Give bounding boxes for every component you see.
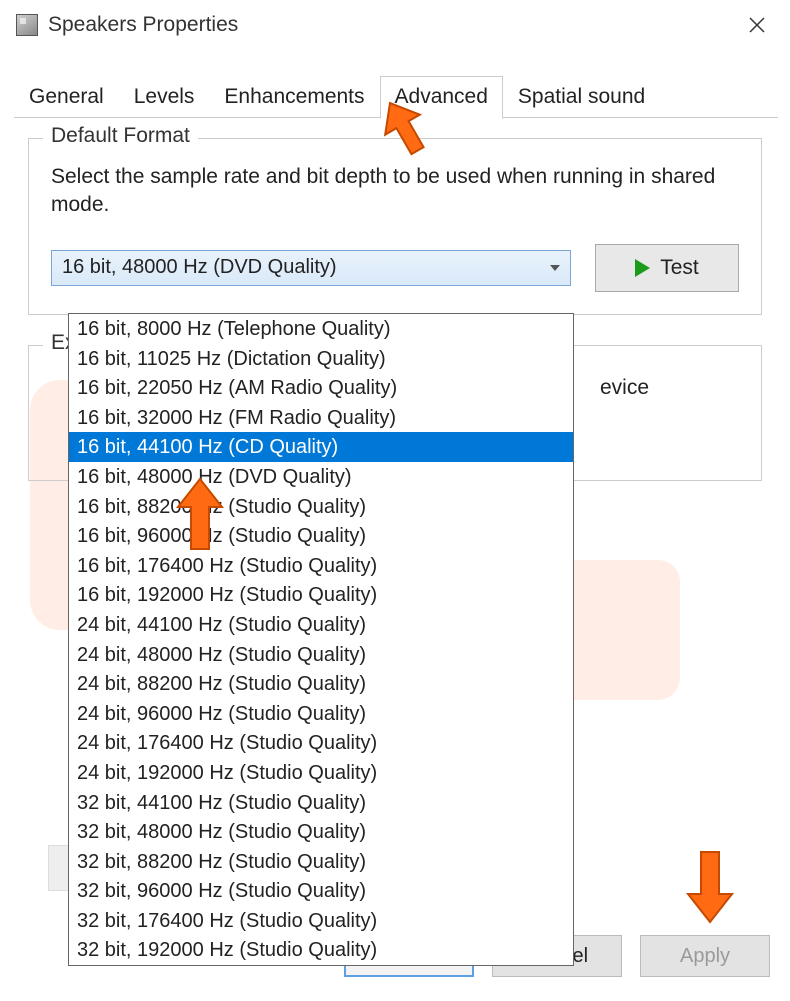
dropdown-option[interactable]: 24 bit, 192000 Hz (Studio Quality)	[69, 758, 573, 788]
tab-label: Enhancements	[224, 85, 364, 108]
test-button-label: Test	[660, 256, 699, 280]
sample-format-dropdown: 16 bit, 8000 Hz (Telephone Quality)16 bi…	[68, 313, 574, 966]
group-title: Default Format	[43, 124, 198, 148]
annotation-arrow	[678, 846, 742, 926]
tab-spatial-sound[interactable]: Spatial sound	[503, 76, 660, 118]
dropdown-option[interactable]: 16 bit, 88200 Hz (Studio Quality)	[69, 492, 573, 522]
sample-format-select[interactable]: 16 bit, 48000 Hz (DVD Quality)	[51, 250, 571, 286]
play-icon	[635, 259, 650, 277]
tab-advanced[interactable]: Advanced	[380, 76, 503, 119]
tab-general[interactable]: General	[14, 76, 119, 118]
tab-label: Advanced	[395, 85, 488, 108]
dropdown-option[interactable]: 16 bit, 176400 Hz (Studio Quality)	[69, 551, 573, 581]
dropdown-option[interactable]: 16 bit, 22050 Hz (AM Radio Quality)	[69, 373, 573, 403]
dropdown-option[interactable]: 16 bit, 44100 Hz (CD Quality)	[69, 432, 573, 462]
close-button[interactable]	[740, 6, 774, 45]
tab-levels[interactable]: Levels	[119, 76, 210, 118]
tab-label: Spatial sound	[518, 85, 645, 108]
chevron-down-icon	[550, 265, 560, 271]
group-default-format: Default Format Select the sample rate an…	[28, 138, 762, 315]
dropdown-option[interactable]: 32 bit, 88200 Hz (Studio Quality)	[69, 847, 573, 877]
dropdown-option[interactable]: 24 bit, 176400 Hz (Studio Quality)	[69, 728, 573, 758]
dropdown-option[interactable]: 24 bit, 88200 Hz (Studio Quality)	[69, 669, 573, 699]
dropdown-option[interactable]: 32 bit, 192000 Hz (Studio Quality)	[69, 935, 573, 965]
tab-enhancements[interactable]: Enhancements	[209, 76, 379, 118]
window-title: Speakers Properties	[48, 13, 740, 37]
button-label: Apply	[680, 945, 730, 968]
apply-button[interactable]: Apply	[640, 935, 770, 977]
dropdown-option[interactable]: 32 bit, 48000 Hz (Studio Quality)	[69, 817, 573, 847]
tab-strip: General Levels Enhancements Advanced Spa…	[14, 72, 778, 118]
tab-label: General	[29, 85, 104, 108]
dropdown-option[interactable]: 16 bit, 32000 Hz (FM Radio Quality)	[69, 403, 573, 433]
dropdown-option[interactable]: 24 bit, 44100 Hz (Studio Quality)	[69, 610, 573, 640]
tab-label: Levels	[134, 85, 195, 108]
dropdown-option[interactable]: 32 bit, 176400 Hz (Studio Quality)	[69, 906, 573, 936]
dropdown-option[interactable]: 16 bit, 8000 Hz (Telephone Quality)	[69, 314, 573, 344]
dropdown-option[interactable]: 24 bit, 96000 Hz (Studio Quality)	[69, 699, 573, 729]
dropdown-option[interactable]: 32 bit, 96000 Hz (Studio Quality)	[69, 876, 573, 906]
select-value: 16 bit, 48000 Hz (DVD Quality)	[62, 256, 337, 279]
group-description: Select the sample rate and bit depth to …	[51, 163, 739, 220]
speakers-icon	[16, 14, 38, 36]
dropdown-option[interactable]: 24 bit, 48000 Hz (Studio Quality)	[69, 640, 573, 670]
dropdown-option[interactable]: 16 bit, 48000 Hz (DVD Quality)	[69, 462, 573, 492]
dropdown-option[interactable]: 16 bit, 192000 Hz (Studio Quality)	[69, 580, 573, 610]
dropdown-option[interactable]: 16 bit, 96000 Hz (Studio Quality)	[69, 521, 573, 551]
titlebar: Speakers Properties	[0, 0, 790, 50]
dropdown-option[interactable]: 32 bit, 44100 Hz (Studio Quality)	[69, 788, 573, 818]
test-button[interactable]: Test	[595, 244, 739, 292]
dropdown-option[interactable]: 16 bit, 11025 Hz (Dictation Quality)	[69, 344, 573, 374]
